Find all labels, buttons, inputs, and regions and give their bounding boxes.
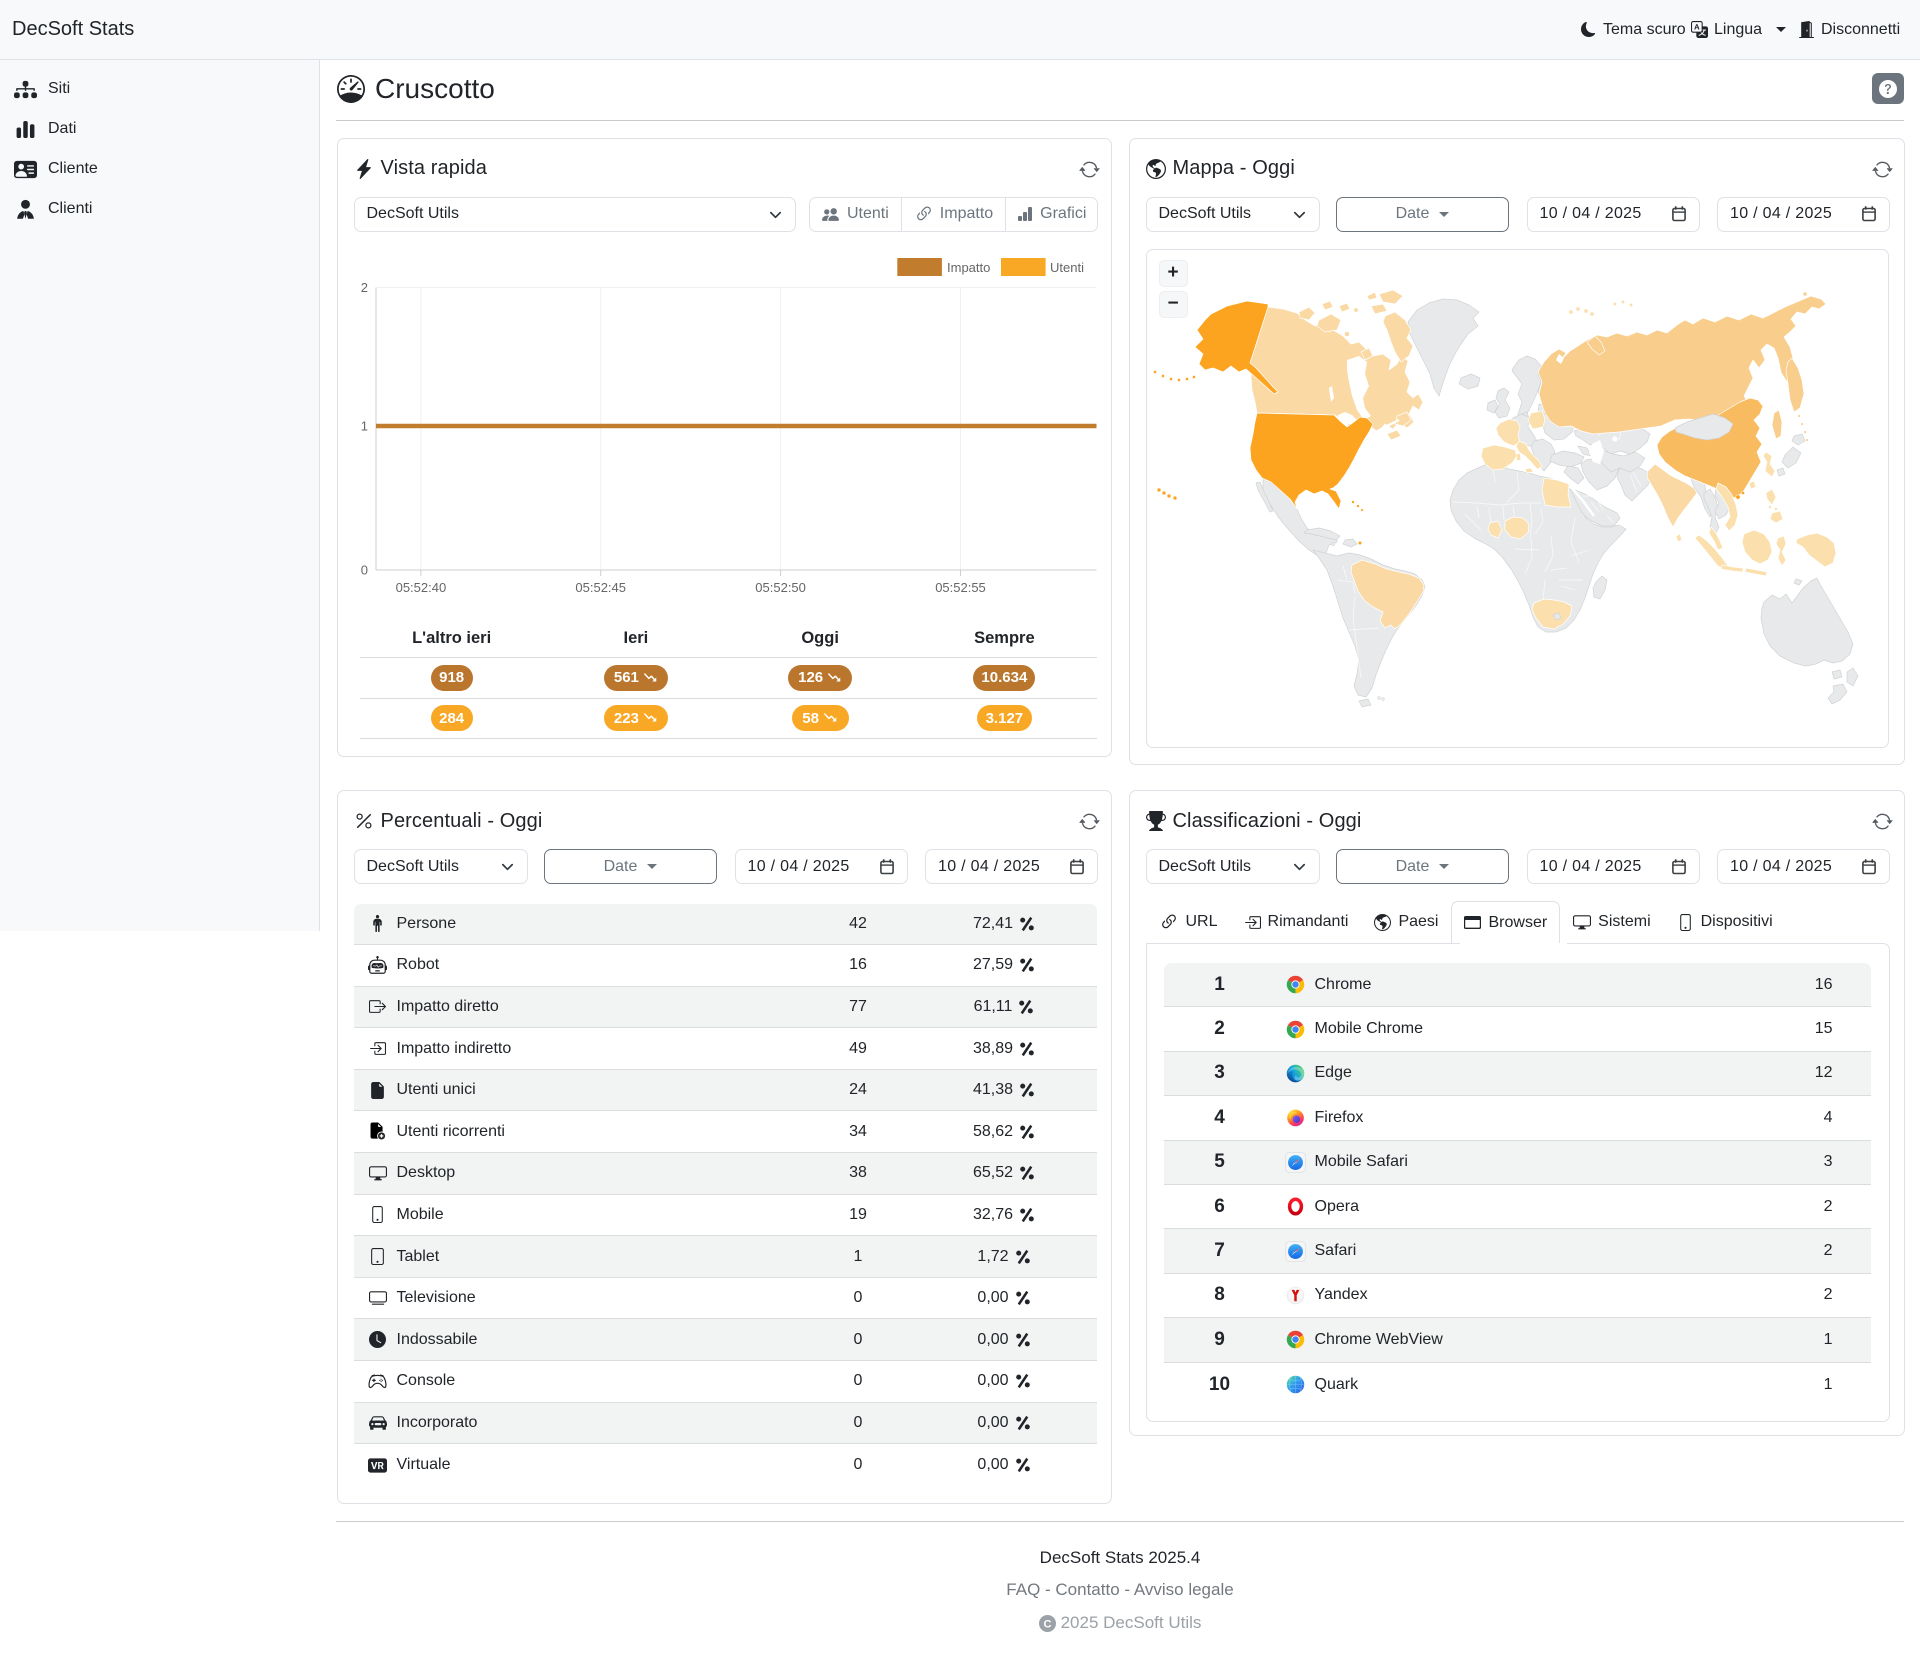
svg-text:05:52:55: 05:52:55 <box>935 580 986 595</box>
svg-text:05:52:40: 05:52:40 <box>395 580 446 595</box>
svg-text:C: C <box>1043 1618 1051 1630</box>
svg-text:1: 1 <box>360 418 367 433</box>
svg-text:Impatto: Impatto <box>947 260 990 275</box>
svg-text:05:52:50: 05:52:50 <box>755 580 806 595</box>
svg-text:0: 0 <box>360 562 367 577</box>
svg-text:05:52:45: 05:52:45 <box>575 580 626 595</box>
svg-text:2: 2 <box>360 280 367 295</box>
svg-text:Utenti: Utenti <box>1050 260 1084 275</box>
